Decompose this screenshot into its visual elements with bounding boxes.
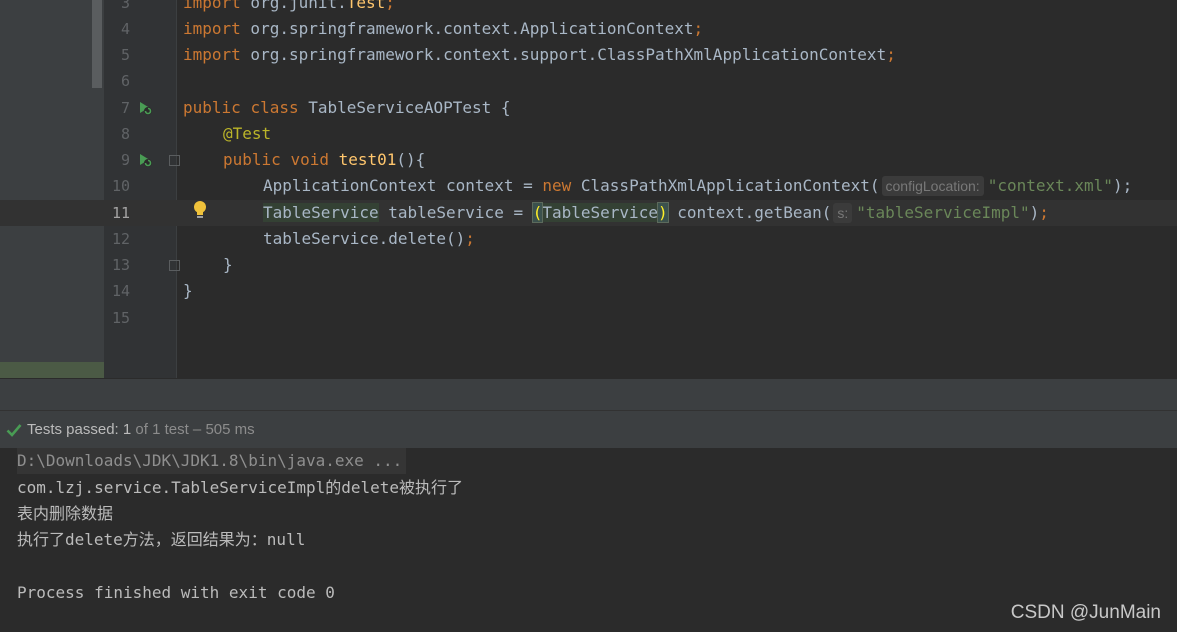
- code-token: ;: [693, 19, 704, 38]
- code-text: TableService tableService = (TableServic…: [263, 200, 1049, 226]
- run-test-icon[interactable]: [137, 152, 153, 168]
- code-token: ;: [385, 0, 395, 12]
- passed-count: 1: [122, 421, 132, 438]
- test-status-text: Tests passed: 1 of 1 test – 505 ms: [27, 411, 255, 449]
- code-line[interactable]: 7 public class TableServiceAOPTest {: [0, 95, 1177, 121]
- test-status-bar: Tests passed: 1 of 1 test – 505 ms: [0, 410, 1177, 450]
- line-number: 8: [120, 125, 130, 143]
- code-line-current[interactable]: 11 TableService tableService = (TableSer…: [0, 200, 1177, 226]
- line-number: 11: [111, 204, 130, 222]
- code-text: public void test01(){: [223, 147, 425, 173]
- status-label: Tests passed:: [27, 421, 123, 438]
- line-number: 5: [120, 46, 130, 64]
- code-line[interactable]: 4 import org.springframework.context.App…: [0, 16, 1177, 42]
- keyword: import: [183, 45, 241, 64]
- string-literal: "tableServiceImpl": [856, 203, 1030, 222]
- keyword: new: [542, 176, 572, 195]
- code-editor[interactable]: 3 import org.junit.Test; 4 import org.sp…: [0, 0, 1177, 378]
- code-token: ApplicationContext context =: [263, 176, 543, 195]
- code-token: (){: [396, 150, 426, 169]
- code-line[interactable]: 5 import org.springframework.context.sup…: [0, 42, 1177, 68]
- code-token: context.getBean(: [667, 203, 832, 222]
- console-line: 执行了delete方法，返回结果为：null: [17, 530, 306, 549]
- line-number: 14: [111, 282, 130, 300]
- code-token: ;: [1039, 203, 1049, 222]
- code-line[interactable]: 14 }: [0, 278, 1177, 304]
- line-number: 7: [120, 99, 130, 117]
- keyword: class: [250, 98, 299, 117]
- method-name: test01: [338, 150, 397, 169]
- console-line: Process finished with exit code 0: [17, 583, 335, 602]
- code-line[interactable]: 6: [0, 68, 1177, 94]
- code-line[interactable]: 8 @Test: [0, 121, 1177, 147]
- keyword: import: [183, 19, 241, 38]
- keyword: public: [223, 150, 281, 169]
- code-token: org.junit.: [240, 0, 347, 12]
- intention-bulb-icon[interactable]: [192, 200, 208, 220]
- code-token: ClassPathXmlApplicationContext(: [571, 176, 880, 195]
- matched-paren: ): [656, 202, 669, 223]
- line-number: 3: [120, 0, 130, 12]
- console-line: com.lzj.service.TableServiceImpl的delete被…: [17, 478, 464, 497]
- parameter-hint: s:: [833, 203, 853, 223]
- code-line[interactable]: 10 ApplicationContext context = new Clas…: [0, 173, 1177, 199]
- code-token: tableService =: [378, 203, 533, 222]
- code-text: }: [183, 281, 193, 300]
- line-number: 9: [120, 151, 130, 169]
- keyword: public: [183, 98, 241, 117]
- fold-icon[interactable]: [169, 155, 180, 166]
- code-line[interactable]: 12 tableService.delete();: [0, 226, 1177, 252]
- line-number: 15: [111, 309, 130, 327]
- matched-paren: (: [531, 202, 544, 223]
- code-text: import org.junit.Test;: [183, 0, 395, 16]
- code-text: import org.springframework.context.suppo…: [183, 42, 896, 68]
- code-token: );: [1112, 176, 1133, 195]
- code-text: @Test: [223, 121, 271, 147]
- code-token: ;: [886, 45, 896, 64]
- line-number: 6: [120, 72, 130, 90]
- fold-icon[interactable]: [169, 260, 180, 271]
- line-number: 4: [120, 20, 130, 38]
- string-literal: "context.xml": [987, 176, 1113, 195]
- code-text: }: [223, 255, 233, 274]
- console-output[interactable]: D:\Downloads\JDK\JDK1.8\bin\java.exe ...…: [0, 448, 1177, 632]
- code-token: TableService: [542, 203, 658, 222]
- annotation: @Test: [223, 124, 272, 143]
- code-text: public class TableServiceAOPTest {: [183, 95, 511, 121]
- console-line: 表内删除数据: [17, 504, 114, 523]
- code-token: ;: [465, 229, 475, 248]
- line-number: 12: [111, 230, 130, 248]
- code-token: tableService.delete(): [263, 229, 466, 248]
- console-command-line[interactable]: D:\Downloads\JDK\JDK1.8\bin\java.exe ...: [17, 448, 407, 474]
- status-detail: of 1 test – 505 ms: [131, 421, 255, 438]
- run-test-icon[interactable]: [137, 100, 153, 116]
- run-panel-toolbar: [0, 378, 1177, 411]
- code-token: org.springframework.context.ApplicationC…: [240, 19, 694, 38]
- code-token: TableServiceAOPTest {: [298, 98, 511, 117]
- code-token: TableService: [263, 203, 379, 222]
- line-number: 10: [111, 177, 130, 195]
- code-line[interactable]: 15: [0, 305, 1177, 331]
- keyword: void: [290, 150, 329, 169]
- code-token: org.springframework.context.support.Clas…: [240, 45, 887, 64]
- code-token: Test: [346, 0, 386, 12]
- code-text: ApplicationContext context = new ClassPa…: [263, 173, 1132, 199]
- code-text: import org.springframework.context.Appli…: [183, 16, 703, 42]
- selected-row-strip: [0, 362, 104, 378]
- code-line[interactable]: 3 import org.junit.Test;: [0, 0, 1177, 16]
- check-icon: [6, 424, 22, 437]
- parameter-hint: configLocation:: [881, 176, 984, 196]
- code-text: tableService.delete();: [263, 226, 475, 252]
- line-number: 13: [111, 256, 130, 274]
- code-token: ): [1029, 203, 1040, 222]
- watermark: CSDN @JunMain: [1010, 602, 1161, 623]
- keyword: import: [183, 0, 241, 12]
